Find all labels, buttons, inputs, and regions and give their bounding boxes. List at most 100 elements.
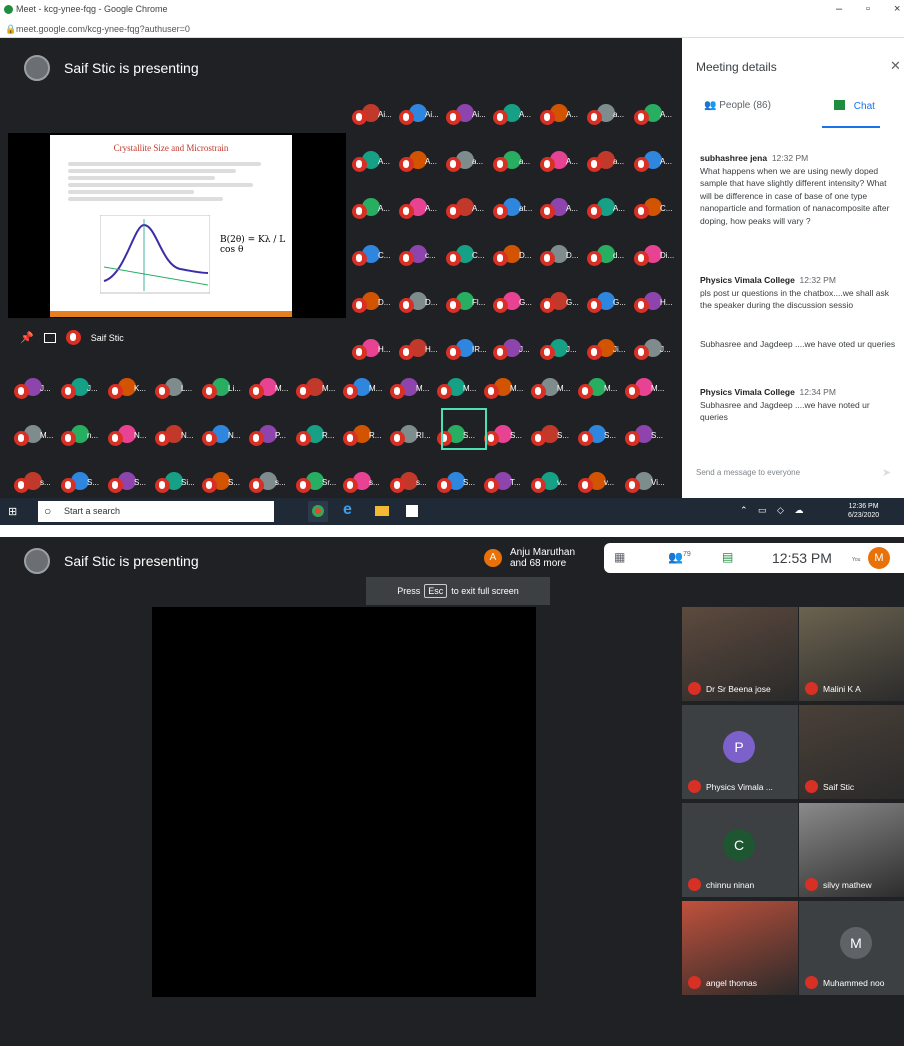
participant-tile[interactable]: M... <box>296 378 335 400</box>
participant-tile[interactable]: A... <box>399 198 437 220</box>
store-taskbar-icon[interactable] <box>402 501 422 522</box>
participant-tile[interactable]: A... <box>493 104 531 126</box>
edge-taskbar-icon[interactable]: e <box>340 501 360 522</box>
participant-tile[interactable]: A... <box>352 151 390 173</box>
participant-tile[interactable]: C... <box>352 245 390 267</box>
participant-tile[interactable]: Vi... <box>625 472 665 494</box>
system-tray-icons[interactable]: ⌃ ▭ ◇ ☁ <box>740 505 807 516</box>
participant-video-tile[interactable]: silvy mathew <box>799 803 904 897</box>
participant-video-tile[interactable]: M Muhammed noo <box>799 901 904 995</box>
participants-summary[interactable]: A Anju Maruthan and 68 more <box>476 543 600 573</box>
participant-tile[interactable]: H... <box>352 339 390 361</box>
participant-tile[interactable]: M... <box>484 378 523 400</box>
participant-tile[interactable]: J... <box>14 378 51 400</box>
participant-tile[interactable]: a... <box>493 151 530 173</box>
chrome-taskbar-icon[interactable] <box>308 501 328 522</box>
participant-tile[interactable]: at... <box>493 198 532 220</box>
participant-tile[interactable]: v... <box>531 472 567 494</box>
participant-tile[interactable]: S... <box>202 472 240 494</box>
url-text[interactable]: meet.google.com/kcg-ynee-fqg?authuser=0 <box>16 24 190 34</box>
participant-tile[interactable]: S... <box>531 425 569 447</box>
participant-tile[interactable]: J... <box>634 339 671 361</box>
minimize-icon[interactable]: – <box>836 3 842 15</box>
participant-tile[interactable]: C... <box>446 245 484 267</box>
close-panel-icon[interactable]: ✕ <box>890 58 901 74</box>
participant-tile[interactable]: S... <box>484 425 522 447</box>
participant-tile[interactable]: Fl... <box>446 292 485 314</box>
participant-tile[interactable]: Ai... <box>352 104 392 126</box>
participant-tile[interactable]: A... <box>446 198 484 220</box>
participant-tile[interactable]: c... <box>399 245 436 267</box>
participant-tile[interactable]: R... <box>343 425 381 447</box>
participant-tile[interactable]: Di... <box>634 245 674 267</box>
participant-tile[interactable]: D... <box>493 245 531 267</box>
participant-video-tile[interactable]: Dr Sr Beena jose <box>682 607 798 701</box>
close-window-icon[interactable]: × <box>894 3 900 15</box>
participant-tile[interactable]: a... <box>587 151 624 173</box>
participant-video-tile[interactable]: angel thomas <box>682 901 798 995</box>
chat-input[interactable]: Send a message to everyone <box>696 468 800 477</box>
participant-video-tile[interactable]: Saif Stic <box>799 705 904 799</box>
participant-tile[interactable]: Si... <box>155 472 195 494</box>
participant-tile[interactable]: d... <box>587 245 624 267</box>
participant-tile[interactable]: s... <box>390 472 427 494</box>
chat-icon[interactable]: ▤ <box>722 550 733 564</box>
participant-tile[interactable]: a... <box>587 104 624 126</box>
participant-tile[interactable]: C... <box>634 198 672 220</box>
participant-tile[interactable]: A... <box>399 151 437 173</box>
participant-video-tile[interactable]: Malini K A <box>799 607 904 701</box>
my-avatar[interactable]: M <box>868 547 890 569</box>
participant-tile[interactable]: M... <box>343 378 382 400</box>
pin-icon[interactable]: 📌 <box>20 331 34 344</box>
participant-tile[interactable]: n... <box>61 425 98 447</box>
participant-tile[interactable]: v... <box>578 472 614 494</box>
participant-tile[interactable]: D... <box>352 292 390 314</box>
participant-tile[interactable]: G... <box>540 292 579 314</box>
participant-tile[interactable]: Ji... <box>587 339 625 361</box>
taskbar-search[interactable]: ○ Start a search <box>38 501 274 522</box>
address-bar[interactable]: 🔒 meet.google.com/kcg-ynee-fqg?authuser=… <box>0 20 904 38</box>
participant-tile[interactable]: A... <box>540 151 578 173</box>
tab-people[interactable]: 👥 People (86) <box>704 100 771 111</box>
participant-tile[interactable]: M... <box>578 378 617 400</box>
send-icon[interactable]: ➤ <box>882 466 891 479</box>
participant-tile[interactable]: N... <box>202 425 240 447</box>
taskbar-clock[interactable]: 12:36 PM 6/23/2020 <box>848 502 879 520</box>
participant-tile[interactable]: M... <box>531 378 570 400</box>
windows-start-icon[interactable]: ⊞ <box>8 505 17 518</box>
participant-tile[interactable]: s... <box>14 472 51 494</box>
participant-tile[interactable]: a... <box>446 151 483 173</box>
participant-tile[interactable]: A... <box>587 198 625 220</box>
participant-tile[interactable]: M... <box>625 378 664 400</box>
participant-tile[interactable]: S... <box>437 472 475 494</box>
participant-tile[interactable]: R... <box>296 425 334 447</box>
participant-tile[interactable]: A... <box>352 198 390 220</box>
participant-tile[interactable]: J... <box>493 339 530 361</box>
participant-tile[interactable]: K... <box>108 378 146 400</box>
participant-tile[interactable]: G... <box>587 292 626 314</box>
participant-tile[interactable]: A... <box>634 104 672 126</box>
participant-tile[interactable]: D... <box>540 245 578 267</box>
participant-tile[interactable]: M... <box>249 378 288 400</box>
participant-tile[interactable]: J... <box>61 378 98 400</box>
participant-tile[interactable]: A... <box>634 151 672 173</box>
participant-video-tile[interactable]: Cchinnu ninan <box>682 803 798 897</box>
tab-chat[interactable]: Chat <box>834 100 875 112</box>
fullscreen-icon[interactable] <box>43 332 56 343</box>
participant-tile[interactable]: s... <box>249 472 286 494</box>
participant-tile[interactable]: P... <box>249 425 286 447</box>
explorer-taskbar-icon[interactable] <box>372 501 392 522</box>
participant-tile[interactable]: G... <box>493 292 532 314</box>
participant-tile[interactable]: M... <box>14 425 53 447</box>
participant-tile[interactable]: N... <box>155 425 193 447</box>
participant-tile[interactable]: RI... <box>390 425 431 447</box>
participant-tile[interactable]: S... <box>61 472 99 494</box>
participant-tile[interactable]: T... <box>484 472 521 494</box>
participant-tile[interactable]: L... <box>155 378 192 400</box>
participant-tile[interactable]: A... <box>540 198 578 220</box>
participant-tile[interactable]: IR... <box>446 339 487 361</box>
participant-tile[interactable]: J... <box>540 339 577 361</box>
participant-tile[interactable]: M... <box>437 378 476 400</box>
people-icon[interactable]: 👥79 <box>668 550 691 564</box>
participant-tile[interactable]: S... <box>108 472 146 494</box>
